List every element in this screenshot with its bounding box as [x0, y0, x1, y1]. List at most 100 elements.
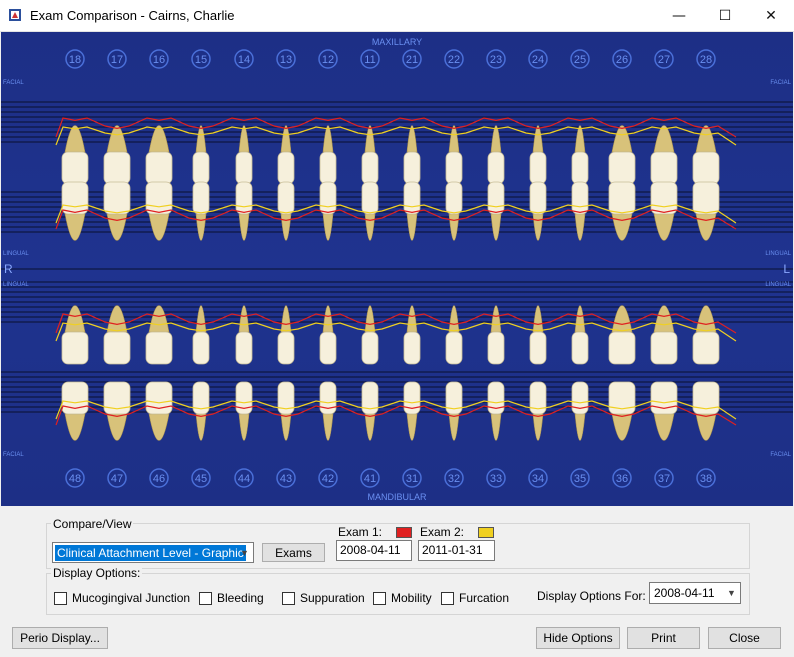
tooth-number: 31 [406, 473, 418, 485]
mobility-checkbox[interactable]: Mobility [373, 591, 432, 605]
tooth-crown [235, 181, 253, 215]
tooth-root [532, 413, 544, 441]
print-button[interactable]: Print [627, 627, 700, 649]
tooth-crown [319, 331, 337, 365]
tooth-number: 15 [195, 54, 207, 66]
tooth-root [490, 125, 502, 153]
tooth-root [695, 305, 717, 333]
checkbox-box[interactable] [373, 591, 386, 605]
tooth-number: 16 [153, 54, 165, 66]
tooth-root [448, 213, 460, 241]
tooth-number: 38 [700, 473, 712, 485]
tooth-crown [445, 151, 463, 185]
tooth-crown [487, 151, 505, 185]
tooth-root [611, 125, 633, 153]
tooth-root [364, 213, 376, 241]
tooth-root [364, 125, 376, 153]
facial-label-bottom-left: FACIAL [3, 452, 24, 458]
tooth-crown [235, 151, 253, 185]
tooth-root [490, 413, 502, 441]
tooth-number: 33 [490, 473, 502, 485]
tooth-crown [487, 181, 505, 215]
tooth-crown [145, 151, 173, 185]
tooth-number: 18 [69, 54, 81, 66]
checkbox-box[interactable] [441, 591, 454, 605]
tooth-crown [529, 151, 547, 185]
tooth-root [406, 413, 418, 441]
tooth-root [195, 125, 207, 153]
tooth-crown [361, 181, 379, 215]
tooth-number: 11 [364, 54, 375, 66]
close-button[interactable]: Close [708, 627, 781, 649]
tooth-crown [692, 181, 720, 215]
suppuration-label: Suppuration [300, 591, 365, 605]
options-panel: Compare/View Clinical Attachment Level -… [0, 506, 794, 657]
tooth-root [574, 413, 586, 441]
tooth-root [611, 213, 633, 241]
app-icon [9, 9, 21, 21]
tooth-crown [608, 181, 636, 215]
right-side-label: R [4, 262, 13, 276]
tooth-root [448, 125, 460, 153]
hide-options-button[interactable]: Hide Options [536, 627, 620, 649]
tooth-crown [145, 381, 173, 415]
exam1-label: Exam 1: [338, 525, 383, 539]
exam2-label: Exam 2: [420, 525, 465, 539]
tooth-root [322, 213, 334, 241]
tooth-root [238, 125, 250, 153]
tooth-number: 35 [574, 473, 586, 485]
tooth-crown [445, 331, 463, 365]
tooth-crown [361, 151, 379, 185]
suppuration-checkbox[interactable]: Suppuration [282, 591, 365, 605]
tooth-crown [277, 181, 295, 215]
tooth-crown [277, 331, 295, 365]
exam1-date-field[interactable]: 2008-04-11 [336, 540, 412, 561]
perio-chart[interactable]: 18 17 16 15 14 13 12 11 21 22 23 24 25 26 27 28 48 47 46 45… [1, 32, 793, 506]
tooth-number: 14 [238, 54, 250, 66]
furcation-checkbox[interactable]: Furcation [441, 591, 509, 605]
tooth-crown [61, 181, 89, 215]
chevron-down-icon: ▼ [240, 547, 249, 558]
tooth-crown [361, 331, 379, 365]
close-window-button[interactable]: ✕ [748, 0, 794, 31]
maxillary-label: MAXILLARY [372, 37, 422, 47]
tooth-root [695, 125, 717, 153]
maximize-button[interactable]: ☐ [702, 0, 748, 31]
tooth-number: 44 [238, 473, 250, 485]
perio-display-button[interactable]: Perio Display... [12, 627, 108, 649]
tooth-crown [608, 151, 636, 185]
minimize-icon: — [672, 7, 686, 24]
tooth-root [695, 213, 717, 241]
exams-button[interactable]: Exams [262, 543, 325, 562]
checkbox-box[interactable] [54, 591, 67, 605]
tooth-crown [319, 181, 337, 215]
title-bar: Exam Comparison - Cairns, Charlie — ☐ ✕ [0, 0, 794, 32]
tooth-number: 27 [658, 54, 670, 66]
checkbox-box[interactable] [282, 591, 295, 605]
minimize-button[interactable]: — [656, 0, 702, 31]
tooth-crown [319, 151, 337, 185]
tooth-crown [235, 331, 253, 365]
tooth-crown [103, 181, 131, 215]
exam2-date-field[interactable]: 2011-01-31 [418, 540, 495, 561]
mucogingival-checkbox[interactable]: Mucogingival Junction [54, 591, 190, 605]
bleeding-checkbox[interactable]: Bleeding [199, 591, 264, 605]
tooth-root [364, 413, 376, 441]
tooth-crown [61, 381, 89, 415]
tooth-number: 28 [700, 54, 712, 66]
lingual-label-left: LINGUAL [3, 251, 29, 257]
tooth-crown [650, 181, 678, 215]
perio-chart-graphic[interactable]: 18 17 16 15 14 13 12 11 21 22 23 24 25 26 27 28 48 47 46 45… [1, 32, 793, 506]
facial-label-top-right: FACIAL [770, 80, 791, 86]
tooth-crown [103, 331, 131, 365]
tooth-number: 41 [364, 473, 376, 485]
tooth-crown [650, 381, 678, 415]
tooth-root [106, 125, 128, 153]
view-select[interactable]: Clinical Attachment Level - Graphic ▼ [52, 542, 254, 563]
checkbox-box[interactable] [199, 591, 212, 605]
tooth-number: 42 [322, 473, 334, 485]
display-options-for-select[interactable]: 2008-04-11 ▼ [649, 582, 741, 604]
tooth-root [653, 413, 675, 441]
tooth-root [64, 213, 86, 241]
tooth-root [532, 213, 544, 241]
